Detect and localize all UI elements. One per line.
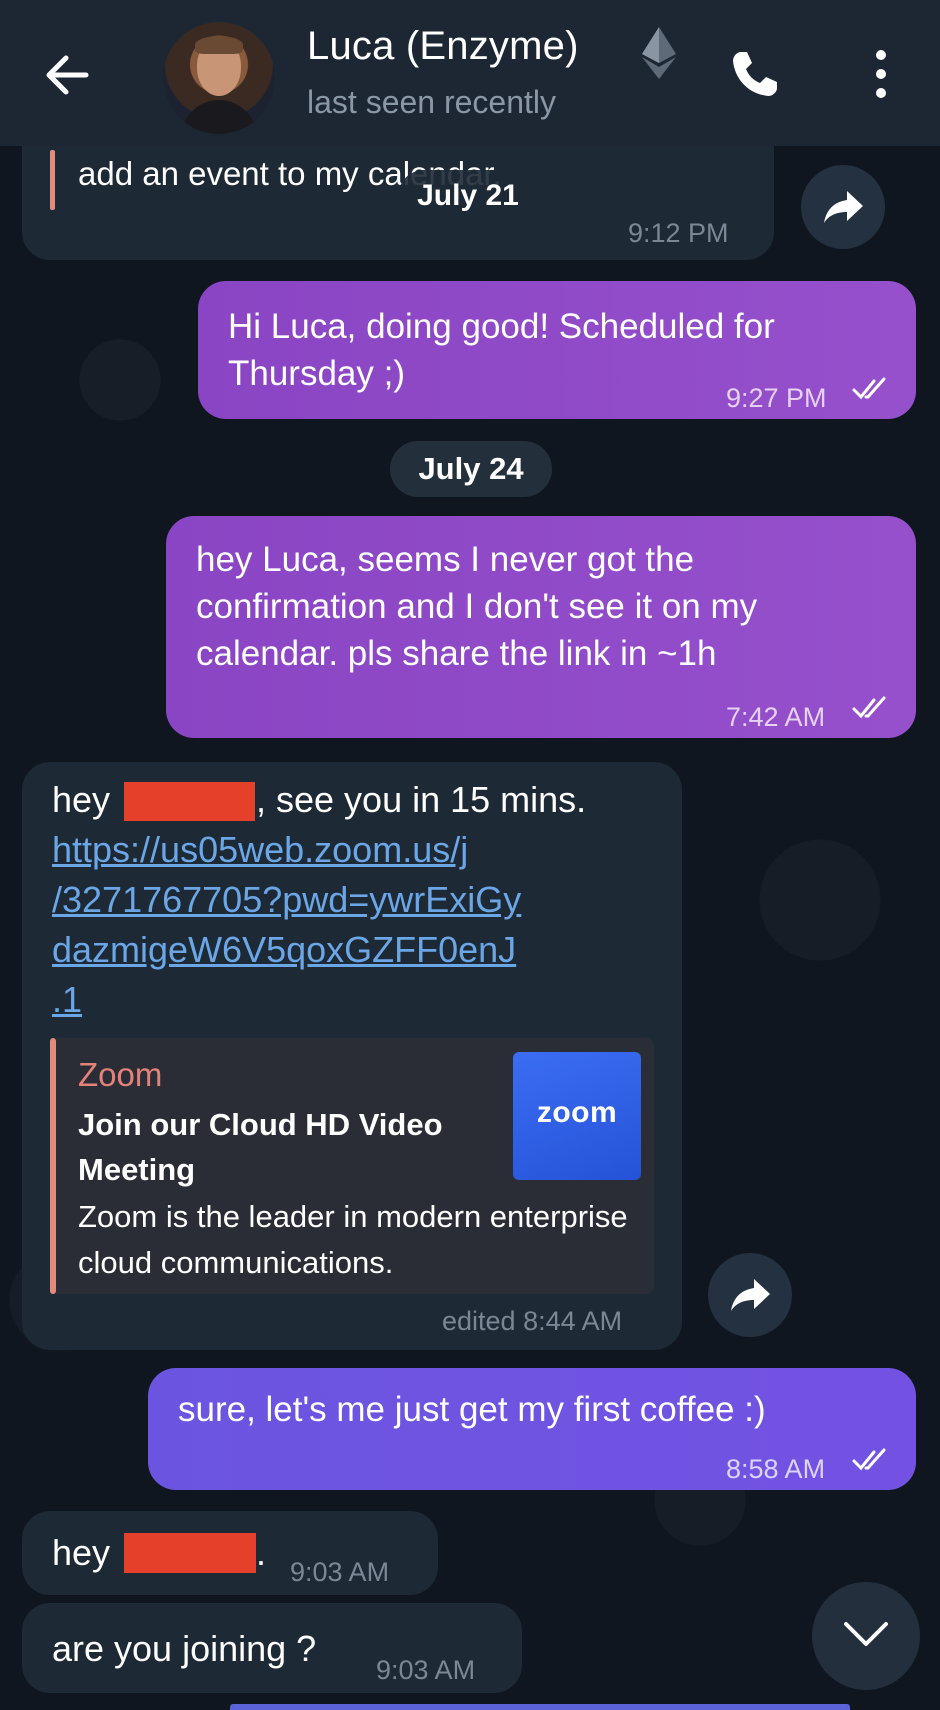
message-line: Thursday ;) bbox=[228, 354, 405, 393]
message-time: edited 8:44 AM bbox=[442, 1306, 623, 1336]
meeting-link[interactable]: .1 bbox=[52, 979, 82, 1021]
contact-name[interactable]: Luca (Enzyme) bbox=[307, 24, 579, 69]
avatar[interactable] bbox=[163, 22, 275, 134]
message-greeting: hey bbox=[52, 779, 111, 820]
message-time: 9:03 AM bbox=[290, 1557, 390, 1587]
back-arrow-icon[interactable] bbox=[40, 50, 96, 100]
message-time: 9:27 PM bbox=[726, 383, 827, 413]
zoom-logo-icon: zoom bbox=[513, 1052, 641, 1180]
forward-icon bbox=[824, 191, 863, 223]
meeting-link[interactable]: https://us05web.zoom.us/j bbox=[52, 829, 468, 871]
message-time: 9:12 PM bbox=[628, 218, 729, 248]
chevron-down-icon bbox=[844, 1622, 888, 1646]
message-time: 7:42 AM bbox=[726, 702, 826, 732]
contact-status: last seen recently bbox=[307, 84, 557, 120]
redacted-name bbox=[124, 782, 255, 821]
message-line: calendar. pls share the link in ~1h bbox=[196, 634, 717, 673]
ethereum-icon bbox=[642, 27, 676, 79]
message-greeting: hey bbox=[52, 1532, 111, 1573]
chat-header: Luca (Enzyme) last seen recently bbox=[0, 0, 940, 146]
message-time: 9:03 AM bbox=[376, 1655, 476, 1685]
forward-button[interactable] bbox=[801, 165, 885, 249]
scroll-down-button[interactable] bbox=[812, 1582, 920, 1690]
forward-button[interactable] bbox=[708, 1253, 792, 1337]
more-vertical-icon[interactable] bbox=[868, 48, 894, 100]
message-line: hey Luca, seems I never got the bbox=[196, 540, 695, 579]
message-text: sure, let's me just get my first coffee … bbox=[178, 1390, 766, 1429]
message-text: , see you in 15 mins. bbox=[256, 779, 587, 820]
meeting-link[interactable]: dazmigeW6V5qoxGZFF0enJ bbox=[52, 929, 516, 971]
message-text: . bbox=[256, 1532, 267, 1573]
double-check-icon bbox=[852, 696, 886, 719]
partial-message-edge bbox=[230, 1704, 850, 1710]
message-outgoing[interactable]: sure, let's me just get my first coffee … bbox=[148, 1368, 916, 1490]
message-incoming[interactable]: are you joining ? 9:03 AM bbox=[22, 1603, 522, 1693]
link-preview[interactable]: Zoom Join our Cloud HD Video Meeting Zoo… bbox=[50, 1038, 654, 1294]
preview-accent-bar bbox=[50, 1038, 56, 1294]
preview-description: Zoom is the leader in modern enterprise … bbox=[78, 1199, 628, 1280]
reply-bar bbox=[50, 150, 55, 210]
message-line: Hi Luca, doing good! Scheduled for bbox=[228, 307, 775, 346]
message-outgoing[interactable]: Hi Luca, doing good! Scheduled for Thurs… bbox=[198, 281, 916, 419]
date-separator: July 21 bbox=[398, 170, 538, 222]
double-check-icon bbox=[852, 377, 886, 400]
preview-site-name: Zoom bbox=[78, 1056, 163, 1093]
preview-title: Join our Cloud HD Video Meeting bbox=[78, 1107, 443, 1187]
phone-icon[interactable] bbox=[727, 46, 783, 102]
double-check-icon bbox=[852, 1448, 886, 1471]
message-line: confirmation and I don't see it on my bbox=[196, 587, 758, 626]
message-text: are you joining ? bbox=[52, 1628, 317, 1669]
redacted-name bbox=[124, 1533, 256, 1573]
message-outgoing[interactable]: hey Luca, seems I never got the confirma… bbox=[166, 516, 916, 738]
date-separator: July 24 bbox=[390, 441, 552, 497]
message-incoming[interactable]: hey . 9:03 AM bbox=[22, 1511, 438, 1595]
message-time: 8:58 AM bbox=[726, 1454, 826, 1484]
forward-icon bbox=[731, 1279, 770, 1311]
meeting-link[interactable]: /3271767705?pwd=ywrExiGy bbox=[52, 879, 521, 921]
